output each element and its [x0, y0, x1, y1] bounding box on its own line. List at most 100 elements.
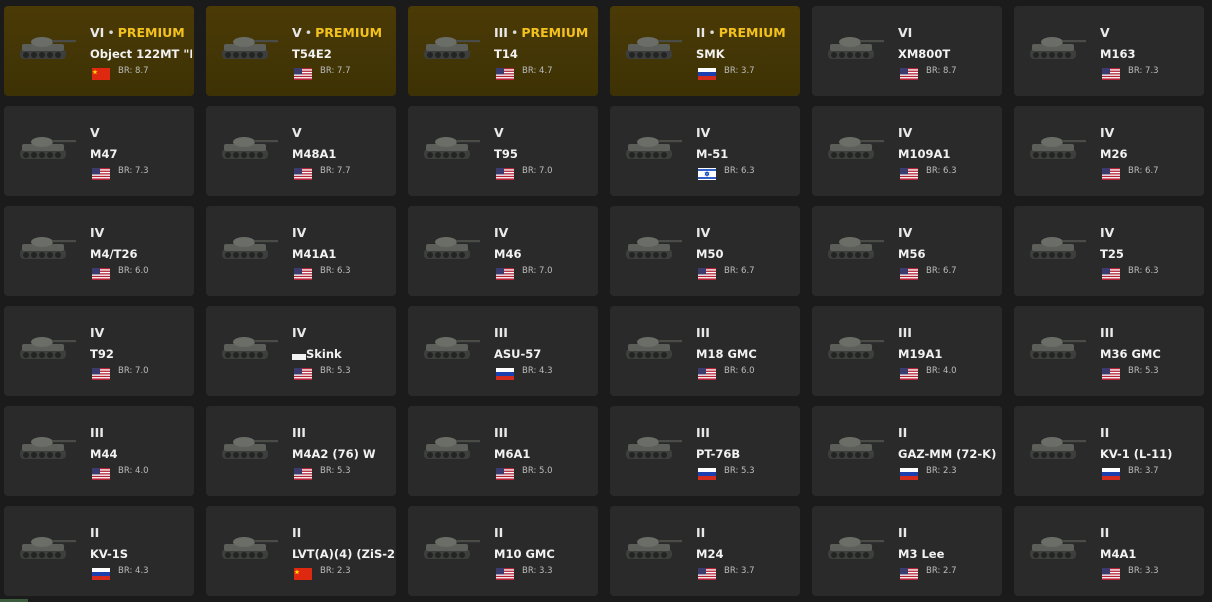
vehicle-tier: III	[494, 325, 508, 340]
vehicle-card[interactable]: II LVT(A)(4) (ZiS-2) BR: 2.3	[206, 506, 396, 596]
tier-label: III	[696, 425, 710, 440]
battle-rating: BR: 3.3	[1128, 566, 1159, 576]
usa-flag-icon	[496, 265, 514, 280]
vehicle-name: T92	[90, 347, 114, 361]
vehicle-card[interactable]: IV M-51 BR: 6.3	[610, 106, 800, 196]
vehicle-tier: V • PREMIUM	[292, 25, 382, 40]
ussr-flag-icon	[698, 65, 716, 80]
tank-thumbnail-icon	[14, 530, 78, 564]
tier-label: II	[292, 525, 302, 540]
usa-flag-icon	[92, 165, 110, 180]
vehicle-card[interactable]: III PT-76B BR: 5.3	[610, 406, 800, 496]
vehicle-card[interactable]: III M44 BR: 4.0	[4, 406, 194, 496]
vehicle-card[interactable]: II GAZ-MM (72-K) BR: 2.3	[812, 406, 1002, 496]
vehicle-name: M109A1	[898, 147, 951, 161]
vehicle-name: PT-76B	[696, 447, 741, 461]
vehicle-card[interactable]: V T95 BR: 7.0	[408, 106, 598, 196]
vehicle-card[interactable]: V M48A1 BR: 7.7	[206, 106, 396, 196]
battle-rating: BR: 8.7	[926, 66, 957, 76]
vehicle-card[interactable]: IV T25 BR: 6.3	[1014, 206, 1204, 296]
vehicle-tier: IV	[292, 225, 306, 240]
vehicle-card[interactable]: II • PREMIUM SMK BR: 3.7	[610, 6, 800, 96]
tank-thumbnail-icon	[418, 130, 482, 164]
vehicle-card[interactable]: IV Skink BR: 5.3	[206, 306, 396, 396]
tank-thumbnail-icon	[418, 30, 482, 64]
battle-rating: BR: 4.0	[926, 366, 957, 376]
israel-flag-icon	[698, 165, 716, 180]
tank-thumbnail-icon	[14, 330, 78, 364]
vehicle-name: M24	[696, 547, 724, 561]
vehicle-tier: III	[90, 425, 104, 440]
vehicle-name: Object 122MT "MO	[90, 47, 192, 61]
vehicle-card[interactable]: IV M46 BR: 7.0	[408, 206, 598, 296]
battle-rating: BR: 8.7	[118, 66, 149, 76]
vehicle-card[interactable]: IV M56 BR: 6.7	[812, 206, 1002, 296]
vehicle-tier: III	[1100, 325, 1114, 340]
vehicle-tier: II	[1100, 425, 1109, 440]
tank-thumbnail-icon	[418, 230, 482, 264]
vehicle-card[interactable]: IV M26 BR: 6.7	[1014, 106, 1204, 196]
vehicle-card[interactable]: III • PREMIUM T14 BR: 4.7	[408, 6, 598, 96]
vehicle-card[interactable]: III M36 GMC BR: 5.3	[1014, 306, 1204, 396]
vehicle-card[interactable]: VI•PREMIUM Object 122MT "MO BR: 8.7	[4, 6, 194, 96]
vehicle-card[interactable]: II KV-1S BR: 4.3	[4, 506, 194, 596]
vehicle-card[interactable]: III M4A2 (76) W BR: 5.3	[206, 406, 396, 496]
battle-rating: BR: 7.3	[118, 166, 149, 176]
china-flag-icon	[92, 65, 110, 80]
vehicle-card[interactable]: III M6A1 BR: 5.0	[408, 406, 598, 496]
vehicle-card[interactable]: II M24 BR: 3.7	[610, 506, 800, 596]
vehicle-name: M26	[1100, 147, 1128, 161]
vehicle-card[interactable]: IV M41A1 BR: 6.3	[206, 206, 396, 296]
tank-thumbnail-icon	[1024, 330, 1088, 364]
vehicle-tier: IV	[90, 325, 104, 340]
usa-flag-icon	[900, 565, 918, 580]
vehicle-card[interactable]: III M18 GMC BR: 6.0	[610, 306, 800, 396]
vehicle-card[interactable]: II M4A1 BR: 3.3	[1014, 506, 1204, 596]
vehicle-card[interactable]: II KV-1 (L-11) BR: 3.7	[1014, 406, 1204, 496]
vehicle-name: M10 GMC	[494, 547, 555, 561]
vehicle-card[interactable]: V M163 BR: 7.3	[1014, 6, 1204, 96]
vehicle-tier: III	[898, 325, 912, 340]
vehicle-card[interactable]: III M19A1 BR: 4.0	[812, 306, 1002, 396]
usa-flag-icon	[496, 565, 514, 580]
vehicle-name: M18 GMC	[696, 347, 757, 361]
vehicle-card[interactable]: III ASU-57 BR: 4.3	[408, 306, 598, 396]
tier-label: III	[494, 325, 508, 340]
tier-label: IV	[898, 125, 913, 140]
battle-rating: BR: 7.0	[118, 366, 149, 376]
ussr-flag-icon	[92, 565, 110, 580]
tank-thumbnail-icon	[14, 130, 78, 164]
vehicle-card[interactable]: IV M109A1 BR: 6.3	[812, 106, 1002, 196]
vehicle-name: LVT(A)(4) (ZiS-2)	[292, 547, 394, 561]
vehicle-tier: V	[494, 125, 504, 140]
vehicle-tier: III • PREMIUM	[494, 25, 588, 40]
vehicle-card[interactable]: IV T92 BR: 7.0	[4, 306, 194, 396]
vehicle-name: ASU-57	[494, 347, 542, 361]
vehicle-card[interactable]: VI XM800T BR: 8.7	[812, 6, 1002, 96]
vehicle-card[interactable]: IV M4/T26 BR: 6.0	[4, 206, 194, 296]
vehicle-card[interactable]: II M3 Lee BR: 2.7	[812, 506, 1002, 596]
vehicle-name: T14	[494, 47, 518, 61]
tier-label: III	[696, 325, 710, 340]
vehicle-card[interactable]: IV M50 BR: 6.7	[610, 206, 800, 296]
vehicle-tier: IV	[898, 225, 912, 240]
vehicle-card[interactable]: II M10 GMC BR: 3.3	[408, 506, 598, 596]
ussr-flag-icon	[496, 365, 514, 380]
tank-thumbnail-icon	[418, 430, 482, 464]
tier-label: IV	[696, 125, 711, 140]
vehicle-card[interactable]: V • PREMIUM T54E2 BR: 7.7	[206, 6, 396, 96]
vehicle-name: T25	[1100, 247, 1124, 261]
tank-thumbnail-icon	[1024, 430, 1088, 464]
battle-rating: BR: 2.3	[926, 466, 957, 476]
vehicle-card[interactable]: V M47 BR: 7.3	[4, 106, 194, 196]
tier-label: III	[292, 425, 306, 440]
tier-label: III	[1100, 325, 1114, 340]
usa-flag-icon	[1102, 565, 1120, 580]
premium-label: PREMIUM	[117, 25, 185, 40]
tank-thumbnail-icon	[216, 30, 280, 64]
separator-dot: •	[510, 25, 519, 40]
tank-thumbnail-icon	[620, 30, 684, 64]
tank-thumbnail-icon	[822, 530, 886, 564]
vehicle-name: M4/T26	[90, 247, 138, 261]
usa-flag-icon	[92, 265, 110, 280]
